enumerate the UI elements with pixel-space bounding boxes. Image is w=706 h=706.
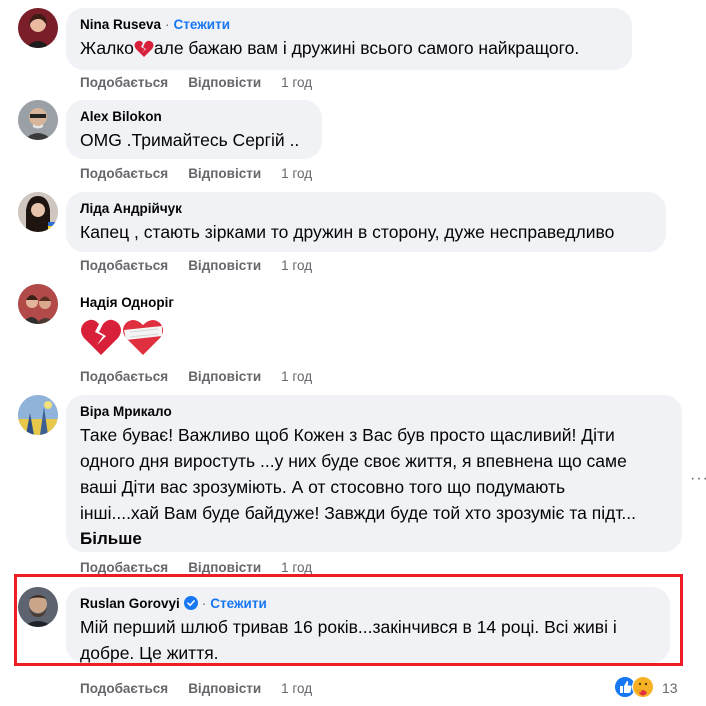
comment-actions: Подобається Відповісти 1 год: [80, 681, 312, 697]
comment-actions: Подобається Відповісти 1 год: [80, 258, 312, 274]
reply-button[interactable]: Відповісти: [188, 369, 261, 384]
comment-bubble: Віра Мрикало Таке буває! Важливо щоб Кож…: [66, 395, 682, 552]
follow-button[interactable]: Стежити: [210, 596, 266, 611]
comment-header: Ruslan Gorovyi · Стежити: [80, 595, 656, 612]
author-name[interactable]: Надія Одноріг: [80, 294, 174, 311]
comment-text: OMG .Тримайтесь Сергій ..: [80, 130, 300, 150]
comment-actions: Подобається Відповісти 1 год: [80, 166, 312, 182]
separator-dot: ·: [201, 596, 207, 611]
timestamp[interactable]: 1 год: [281, 369, 312, 384]
avatar-image: [18, 192, 58, 232]
timestamp[interactable]: 1 год: [281, 258, 312, 273]
comment-text-part: але бажаю вам і дружині всього самого на…: [153, 38, 580, 58]
broken-heart-icon: [81, 319, 121, 355]
like-button[interactable]: Подобається: [80, 258, 168, 273]
comment-text: Таке буває! Важливо щоб Кожен з Вас був …: [80, 422, 668, 526]
avatar-image: [18, 284, 58, 324]
comment-text-line: інші....хай Вам буде байдуже! Завжди буд…: [80, 503, 636, 523]
verified-badge-icon: [183, 596, 198, 610]
timestamp[interactable]: 1 год: [281, 166, 312, 181]
bandaged-heart-icon: [123, 319, 163, 355]
reply-button[interactable]: Відповісти: [188, 75, 261, 90]
comment-text-line: ваші Діти вас зрозуміють. А от стосовно …: [80, 477, 566, 497]
avatar-image: [18, 395, 58, 435]
timestamp[interactable]: 1 год: [281, 75, 312, 90]
reply-button[interactable]: Відповісти: [188, 258, 261, 273]
comment-actions: Подобається Відповісти 1 год: [80, 369, 312, 385]
follow-button[interactable]: Стежити: [174, 17, 230, 32]
comment-text-line: Мій перший шлюб тривав 16 років...закінч…: [80, 617, 617, 637]
avatar[interactable]: [18, 100, 58, 140]
avatar-image: [18, 8, 58, 48]
reply-button[interactable]: Відповісти: [188, 681, 261, 696]
care-reaction-icon: [632, 676, 654, 698]
broken-heart-icon: [134, 40, 154, 57]
avatar[interactable]: [18, 284, 58, 324]
comment-bubble: Ruslan Gorovyi · Стежити Мій перший шлюб т…: [66, 587, 670, 663]
comment-bubble: Ліда Андрійчук Капец , стають зірками то…: [66, 192, 666, 252]
timestamp[interactable]: 1 год: [281, 681, 312, 696]
timestamp[interactable]: 1 год: [281, 560, 312, 575]
author-name[interactable]: Ліда Андрійчук: [80, 200, 652, 217]
comment-text: Мій перший шлюб тривав 16 років...закінч…: [80, 614, 656, 666]
avatar[interactable]: [18, 395, 58, 435]
comment-text-line: одного дня виростуть ...у них буде своє …: [80, 451, 627, 471]
comment-text-part: Жалко: [80, 38, 134, 58]
like-button[interactable]: Подобається: [80, 166, 168, 181]
author-name[interactable]: Alex Bilokon: [80, 108, 308, 125]
reaction-count: 13: [662, 680, 678, 696]
reply-button[interactable]: Відповісти: [188, 166, 261, 181]
author-name[interactable]: Nina Ruseva: [80, 17, 161, 32]
avatar-image: [18, 100, 58, 140]
comment-text: Капец , стають зірками то дружин в сторо…: [80, 222, 615, 242]
like-button[interactable]: Подобається: [80, 560, 168, 575]
comment-text: Жалко але бажаю вам і дружині всього само…: [80, 35, 618, 61]
reply-button[interactable]: Відповісти: [188, 560, 261, 575]
like-button[interactable]: Подобається: [80, 75, 168, 90]
comment-bubble: Alex Bilokon OMG .Тримайтесь Сергій ..: [66, 100, 322, 159]
separator-dot: ·: [165, 17, 170, 32]
avatar[interactable]: [18, 587, 58, 627]
more-options-icon[interactable]: ···: [690, 470, 706, 488]
avatar[interactable]: [18, 192, 58, 232]
comment-text-line: добре. Це життя.: [80, 643, 219, 663]
see-more-link[interactable]: Більше: [80, 527, 668, 551]
author-name[interactable]: Ruslan Gorovyi: [80, 596, 180, 611]
like-button[interactable]: Подобається: [80, 369, 168, 384]
comment-header: Nina Ruseva · Стежити: [80, 16, 618, 33]
comment-actions: Подобається Відповісти 1 год: [80, 75, 312, 91]
avatar[interactable]: [18, 8, 58, 48]
author-name[interactable]: Віра Мрикало: [80, 403, 668, 420]
avatar-image: [18, 587, 58, 627]
comment-body: Надія Одноріг: [80, 294, 174, 311]
like-button[interactable]: Подобається: [80, 681, 168, 696]
comment-text-line: Таке буває! Важливо щоб Кожен з Вас був …: [80, 425, 615, 445]
comment-bubble: Nina Ruseva · Стежити Жалко але бажаю вам і…: [66, 8, 632, 70]
